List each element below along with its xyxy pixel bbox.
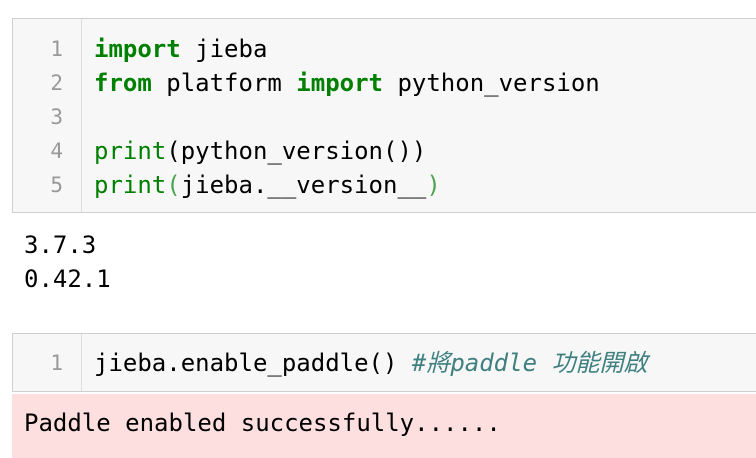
line-number: 5 (50, 173, 63, 197)
keyword: import (94, 35, 181, 63)
close-paren: ) (426, 171, 441, 199)
code-cell-2[interactable]: 1 jieba.enable_paddle() #將paddle 功能開啟 (12, 333, 756, 392)
code-text: jieba (180, 35, 268, 63)
code-line-4[interactable]: print(python_version()) (94, 134, 426, 168)
code-text: jieba.__version__ (180, 171, 427, 199)
line-number-gutter: 1 2 3 4 5 (13, 19, 82, 212)
stderr-text: Paddle enabled successfully...... (24, 409, 501, 437)
code-text: python_version (383, 69, 600, 97)
comment: #將paddle 功能開啟 (411, 349, 648, 377)
line-number: 1 (50, 351, 63, 375)
stderr-output: Paddle enabled successfully...... (12, 394, 756, 458)
builtin-function: print (94, 137, 167, 165)
code-line-5[interactable]: print(jieba.__version__) (94, 168, 441, 202)
code-text: (python_version()) (166, 137, 427, 165)
output-line: 0.42.1 (24, 265, 111, 293)
keyword: import (296, 69, 383, 97)
code-cell-1[interactable]: 1 2 3 4 5 import jieba from platform imp… (12, 18, 756, 213)
code-text: platform (151, 69, 297, 97)
builtin-function: print (94, 171, 167, 199)
code-line-1[interactable]: jieba.enable_paddle() #將paddle 功能開啟 (94, 346, 647, 380)
line-number-gutter: 1 (13, 334, 82, 391)
line-number: 2 (50, 71, 63, 95)
keyword: from (94, 69, 152, 97)
output-line: 3.7.3 (24, 231, 97, 259)
line-number: 3 (50, 105, 63, 129)
open-paren: ( (166, 171, 181, 199)
code-line-1[interactable]: import jieba (94, 32, 267, 66)
code-line-2[interactable]: from platform import python_version (94, 66, 600, 100)
line-number: 4 (50, 139, 63, 163)
line-number: 1 (50, 37, 63, 61)
code-text: jieba.enable_paddle() (94, 349, 412, 377)
